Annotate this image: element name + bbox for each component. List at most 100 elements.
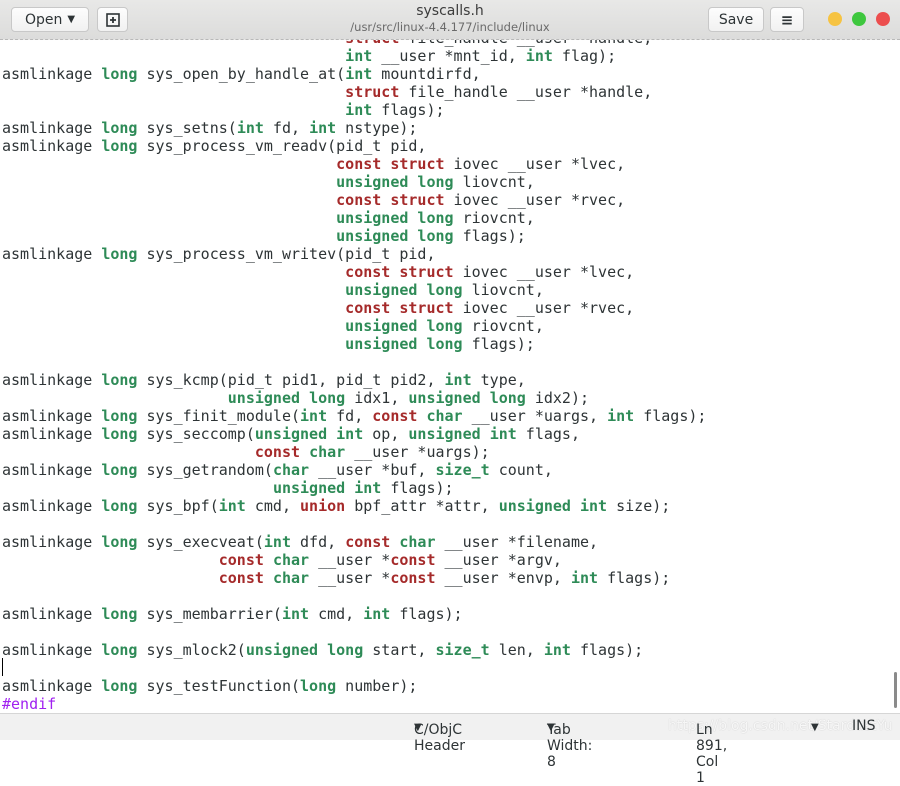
- type-token: int: [300, 407, 328, 425]
- type-token: long: [101, 65, 138, 83]
- keyword-token: const: [372, 407, 418, 425]
- code-text: type,: [471, 371, 526, 389]
- code-line[interactable]: [0, 659, 900, 677]
- code-line[interactable]: asmlinkage long sys_execveat(int dfd, co…: [0, 533, 900, 551]
- code-line[interactable]: unsigned long riovcnt,: [0, 209, 900, 227]
- code-line[interactable]: unsigned long idx1, unsigned long idx2);: [0, 389, 900, 407]
- minimize-button[interactable]: [828, 12, 842, 26]
- code-line[interactable]: asmlinkage long sys_kcmp(pid_t pid1, pid…: [0, 371, 900, 389]
- code-line[interactable]: const struct iovec __user *rvec,: [0, 299, 900, 317]
- code-text: liovcnt,: [462, 281, 544, 299]
- type-token: int: [354, 479, 382, 497]
- code-line[interactable]: asmlinkage long sys_seccomp(unsigned int…: [0, 425, 900, 443]
- type-token: long: [489, 389, 526, 407]
- type-token: int: [580, 497, 608, 515]
- code-text: sys_execveat(: [137, 533, 264, 551]
- hamburger-menu-icon: ≡: [780, 10, 794, 29]
- code-editor[interactable]: struct file_handle __user *handle, int _…: [0, 29, 900, 713]
- code-text: asmlinkage: [2, 641, 102, 659]
- type-token: int: [525, 47, 553, 65]
- save-button[interactable]: Save: [708, 7, 764, 32]
- code-line[interactable]: [0, 515, 900, 533]
- type-token: int: [543, 641, 571, 659]
- code-line[interactable]: int flags);: [0, 101, 900, 119]
- keyword-token: struct: [345, 83, 400, 101]
- code-line[interactable]: asmlinkage long sys_setns(int fd, int ns…: [0, 119, 900, 137]
- type-token: size_t: [435, 641, 490, 659]
- code-line[interactable]: const struct iovec __user *lvec,: [0, 155, 900, 173]
- code-line[interactable]: asmlinkage long sys_mlock2(unsigned long…: [0, 641, 900, 659]
- code-text: number);: [336, 677, 418, 695]
- code-text: flags);: [453, 227, 526, 245]
- code-line[interactable]: asmlinkage long sys_bpf(int cmd, union b…: [0, 497, 900, 515]
- header-bar: Open ▼ syscalls.h /usr/src/linux-4.4.177…: [0, 0, 900, 40]
- code-line[interactable]: asmlinkage long sys_getrandom(char __use…: [0, 461, 900, 479]
- code-text: __user *: [309, 569, 391, 587]
- code-line[interactable]: int __user *mnt_id, int flag);: [0, 47, 900, 65]
- type-token: unsigned: [345, 335, 418, 353]
- chevron-down-icon[interactable]: ▼: [811, 722, 819, 733]
- code-text: iovec __user *lvec,: [444, 155, 626, 173]
- code-line[interactable]: asmlinkage long sys_process_vm_readv(pid…: [0, 137, 900, 155]
- type-token: char: [272, 461, 310, 479]
- type-token: long: [101, 137, 138, 155]
- code-line[interactable]: unsigned long riovcnt,: [0, 317, 900, 335]
- type-token: long: [309, 389, 346, 407]
- code-text: dfd,: [291, 533, 346, 551]
- vertical-scrollbar[interactable]: [894, 672, 897, 708]
- close-button[interactable]: [876, 12, 890, 26]
- code-text: sys_kcmp(pid_t pid1, pid_t pid2,: [137, 371, 445, 389]
- code-line[interactable]: unsigned long flags);: [0, 227, 900, 245]
- code-text: asmlinkage: [2, 461, 102, 479]
- code-line[interactable]: asmlinkage long sys_process_vm_writev(pi…: [0, 245, 900, 263]
- code-line[interactable]: [0, 623, 900, 641]
- code-line[interactable]: asmlinkage long sys_open_by_handle_at(in…: [0, 65, 900, 83]
- type-token: long: [101, 245, 138, 263]
- code-line[interactable]: asmlinkage long sys_finit_module(int fd,…: [0, 407, 900, 425]
- code-line[interactable]: asmlinkage long sys_testFunction(long nu…: [0, 677, 900, 695]
- code-line[interactable]: const struct iovec __user *rvec,: [0, 191, 900, 209]
- keyword-token: const: [336, 155, 382, 173]
- code-line[interactable]: const struct iovec __user *lvec,: [0, 263, 900, 281]
- menu-button[interactable]: ≡: [770, 7, 804, 32]
- code-text: cmd,: [309, 605, 364, 623]
- code-line[interactable]: const char __user *const __user *envp, i…: [0, 569, 900, 587]
- code-line[interactable]: [0, 353, 900, 371]
- code-line[interactable]: const char __user *uargs);: [0, 443, 900, 461]
- code-text: idx1,: [345, 389, 409, 407]
- type-token: long: [101, 641, 138, 659]
- code-line[interactable]: unsigned int flags);: [0, 479, 900, 497]
- code-line[interactable]: [0, 587, 900, 605]
- type-token: unsigned: [408, 425, 481, 443]
- type-token: long: [101, 497, 138, 515]
- code-text: riovcnt,: [453, 209, 535, 227]
- type-token: unsigned: [336, 227, 409, 245]
- keyword-token: struct: [399, 263, 454, 281]
- code-line[interactable]: #endif: [0, 695, 900, 713]
- code-text: asmlinkage: [2, 371, 102, 389]
- maximize-button[interactable]: [852, 12, 866, 26]
- code-line[interactable]: unsigned long liovcnt,: [0, 173, 900, 191]
- code-text: flags);: [598, 569, 671, 587]
- type-token: long: [101, 425, 138, 443]
- code-line[interactable]: asmlinkage long sys_membarrier(int cmd, …: [0, 605, 900, 623]
- keyword-token: const: [345, 263, 391, 281]
- code-line[interactable]: unsigned long flags);: [0, 335, 900, 353]
- code-text: asmlinkage: [2, 425, 102, 443]
- code-text: flags);: [462, 335, 535, 353]
- type-token: long: [327, 641, 364, 659]
- code-text: fd,: [327, 407, 373, 425]
- code-line[interactable]: unsigned long liovcnt,: [0, 281, 900, 299]
- code-line[interactable]: const char __user *const __user *argv,: [0, 551, 900, 569]
- code-line[interactable]: struct file_handle __user *handle,: [0, 83, 900, 101]
